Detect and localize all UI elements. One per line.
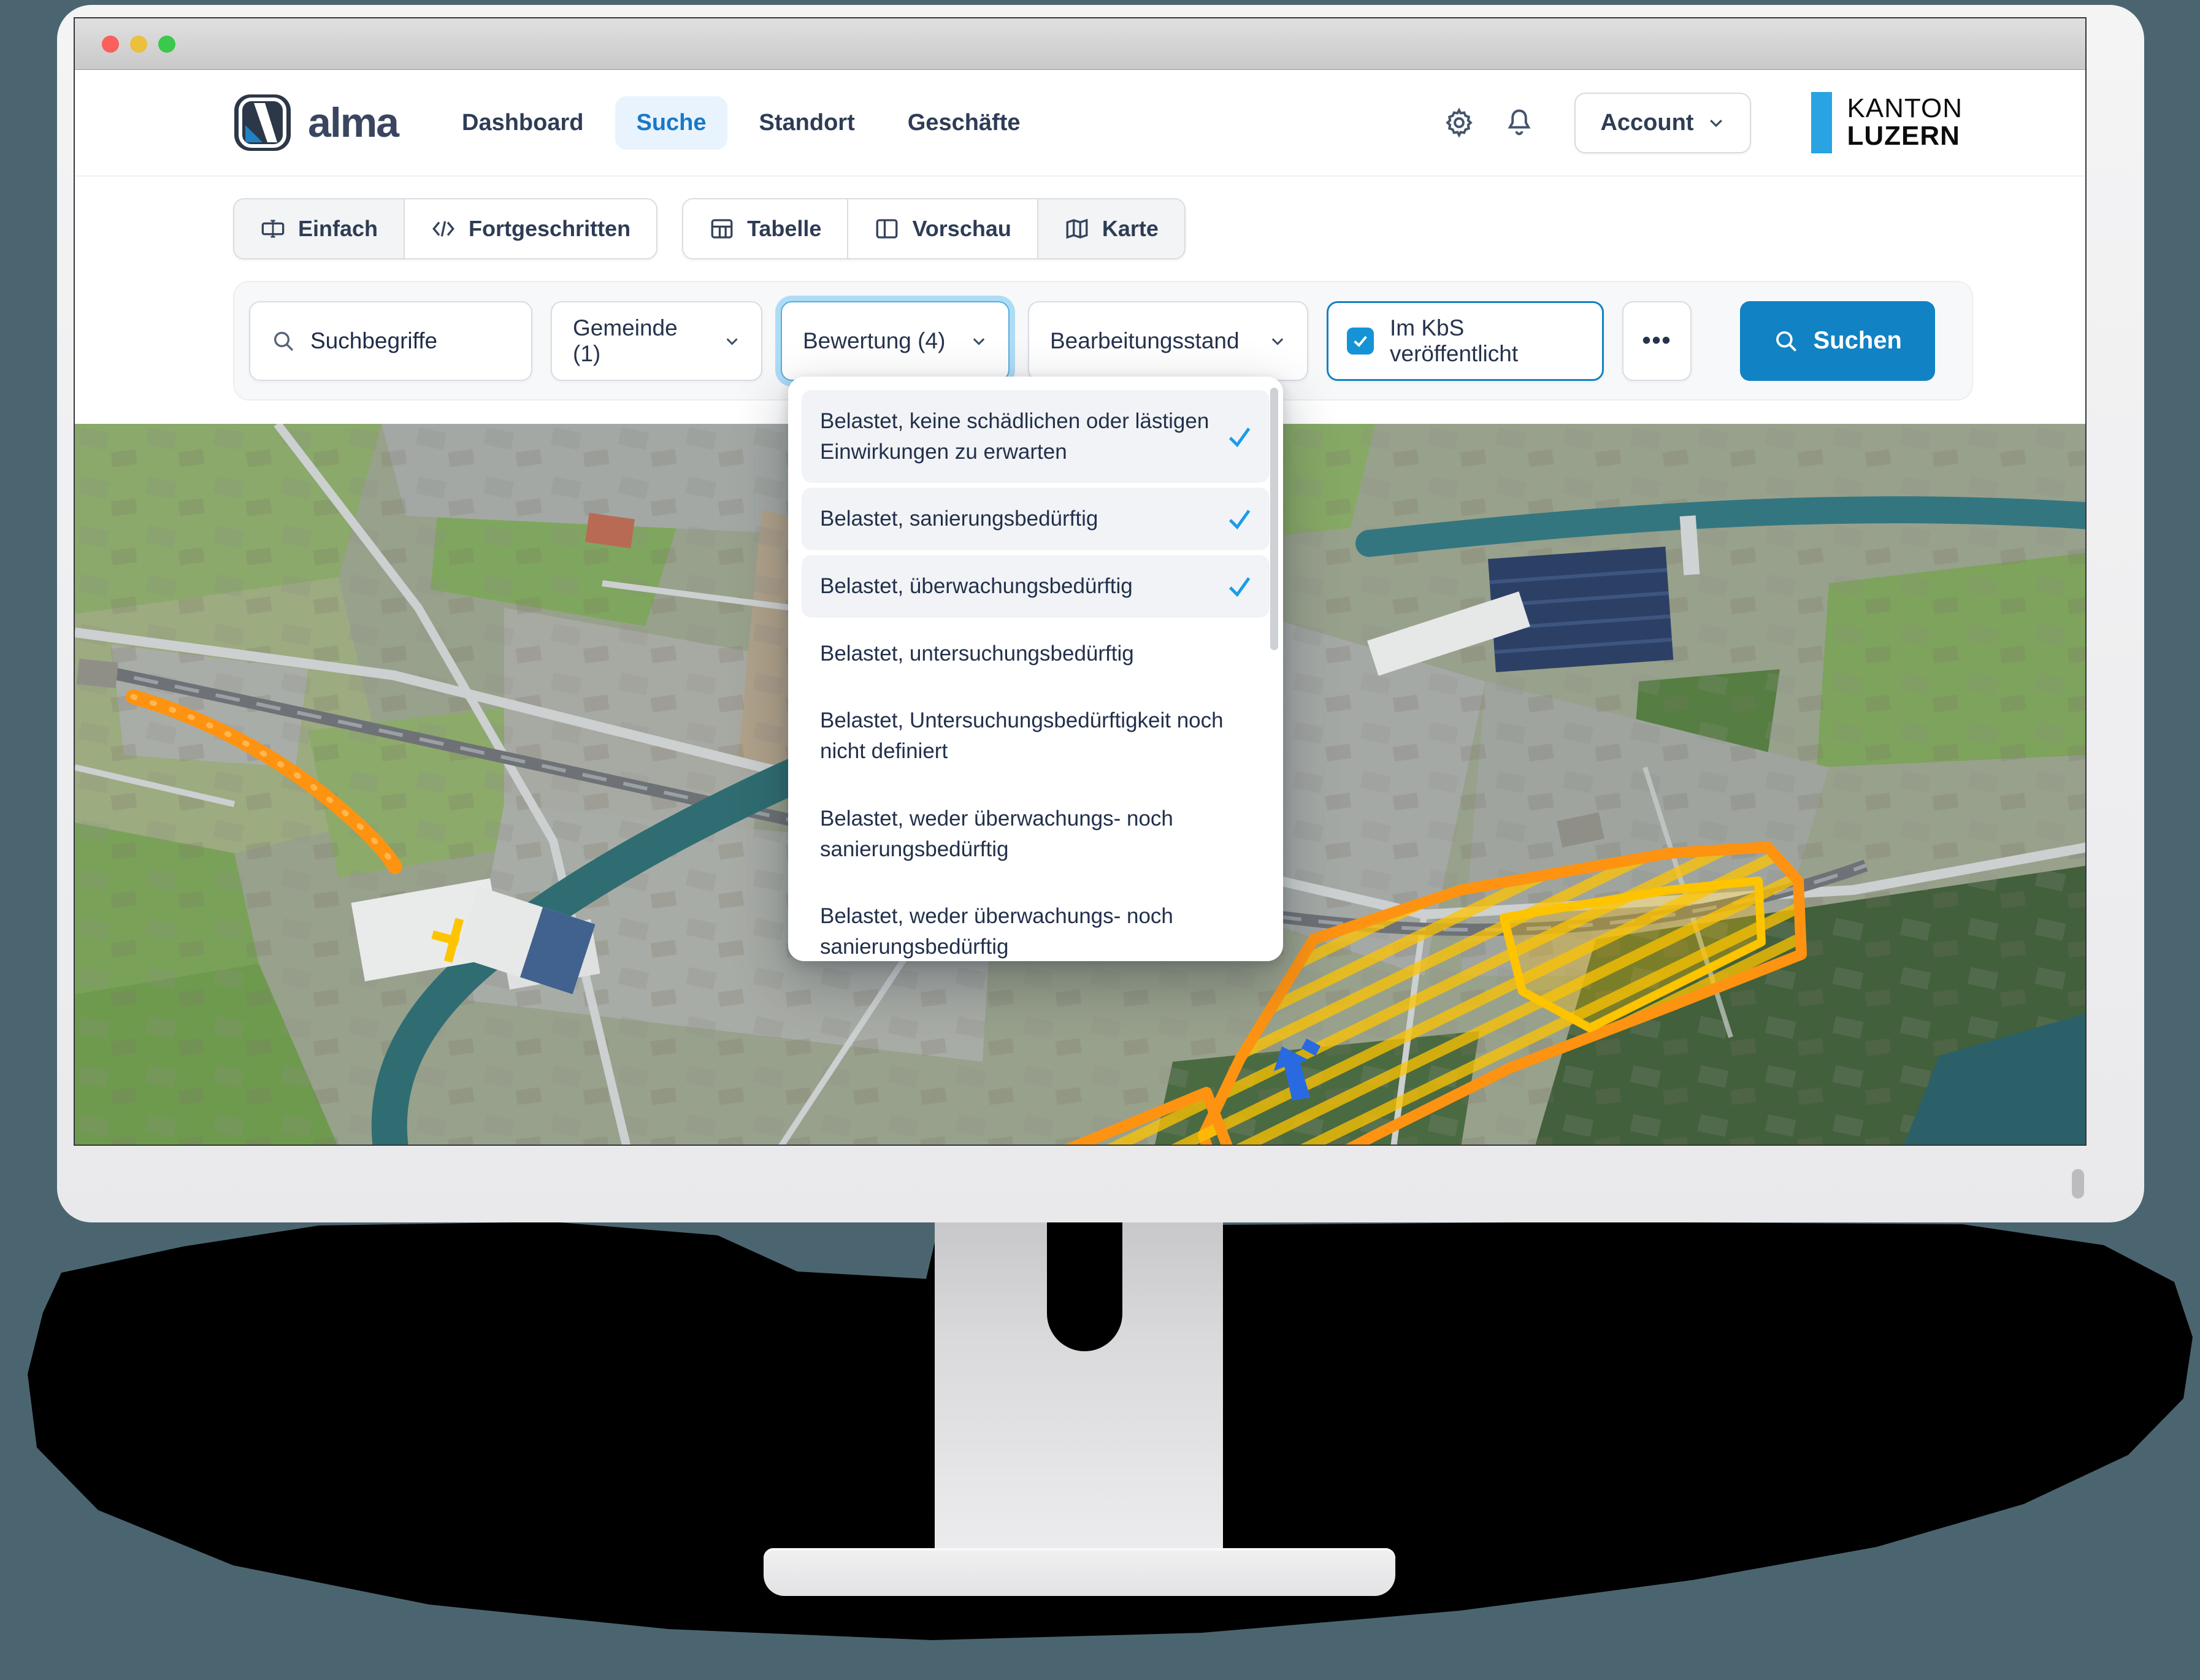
toggle-label: Vorschau (912, 216, 1011, 242)
search-icon (271, 329, 296, 353)
kbs-checkbox-button[interactable]: Im KbS veröffentlicht (1327, 301, 1604, 381)
app-header: alma Dashboard Suche Standort Geschäfte … (75, 70, 2085, 177)
bewertung-label: Bewertung (4) (803, 328, 945, 354)
ellipsis-icon: ••• (1642, 327, 1671, 355)
option-label: Belastet, untersuchungsbedürftig (820, 642, 1134, 665)
nav-standort[interactable]: Standort (738, 96, 876, 150)
search-placeholder: Suchbegriffe (310, 328, 437, 354)
option-label: Belastet, Untersuchungsbedürftigkeit noc… (820, 708, 1224, 763)
account-button[interactable]: Account (1574, 93, 1751, 153)
main-nav: Dashboard Suche Standort Geschäfte (441, 96, 1041, 150)
more-filters-button[interactable]: ••• (1622, 301, 1692, 381)
account-label: Account (1600, 110, 1693, 136)
nav-suche[interactable]: Suche (615, 96, 727, 150)
suchen-label: Suchen (1814, 327, 1902, 355)
kanton-logo-bar (1811, 92, 1832, 153)
bewertung-dropdown-trigger[interactable]: Bewertung (4) (781, 301, 1010, 381)
zoom-window-button[interactable] (158, 36, 175, 53)
toggle-fortgeschritten[interactable]: Fortgeschritten (405, 199, 656, 258)
chevron-down-icon (970, 332, 987, 350)
kanton-luzern-logo: KANTON LUZERN (1811, 92, 1963, 153)
minimize-window-button[interactable] (130, 36, 147, 53)
nav-geschaefte[interactable]: Geschäfte (887, 96, 1041, 150)
check-icon (1225, 572, 1254, 600)
search-icon (1773, 328, 1799, 354)
code-icon (431, 216, 456, 242)
toggle-karte[interactable]: Karte (1038, 199, 1184, 258)
bell-icon[interactable] (1503, 107, 1535, 139)
toggle-tabelle[interactable]: Tabelle (683, 199, 848, 258)
input-cursor-icon (260, 216, 286, 242)
gear-icon[interactable] (1443, 107, 1475, 139)
map-icon (1064, 216, 1090, 242)
option-label: Belastet, weder überwachungs- noch sanie… (820, 904, 1173, 959)
bewertung-option[interactable]: Belastet, sanierungsbedürftig (802, 488, 1270, 550)
toggle-label: Tabelle (747, 216, 821, 242)
option-label: Belastet, sanierungsbedürftig (820, 507, 1098, 531)
bearbeitungsstand-dropdown[interactable]: Bearbeitungsstand (1028, 301, 1308, 381)
check-icon (1225, 505, 1254, 533)
header-right: Account KANTON LUZERN (1443, 92, 1963, 153)
chevron-down-icon (1707, 113, 1725, 132)
kanton-line2: LUZERN (1847, 123, 1963, 150)
toggle-einfach[interactable]: Einfach (234, 199, 405, 258)
chevron-down-icon (724, 332, 740, 350)
suchen-button[interactable]: Suchen (1740, 301, 1935, 381)
bewertung-option[interactable]: Belastet, untersuchungsbedürftig (802, 623, 1270, 685)
bearbeitungsstand-label: Bearbeitungsstand (1050, 328, 1240, 354)
close-window-button[interactable] (102, 36, 119, 53)
bewertung-option[interactable]: Belastet, Untersuchungsbedürftigkeit noc… (802, 689, 1270, 782)
nav-dashboard[interactable]: Dashboard (441, 96, 604, 150)
page: alma Dashboard Suche Standort Geschäfte … (0, 0, 2200, 1680)
toggle-label: Karte (1102, 216, 1159, 242)
bewertung-option[interactable]: Belastet, weder überwachungs- noch sanie… (802, 885, 1270, 961)
option-label: Belastet, weder überwachungs- noch sanie… (820, 807, 1173, 861)
check-icon (1225, 423, 1254, 451)
mode-toggle-group: Einfach Fortgeschritten (233, 198, 657, 259)
chevron-down-icon (1269, 332, 1286, 350)
bewertung-option[interactable]: Belastet, überwachungsbedürftig (802, 555, 1270, 618)
toggle-label: Einfach (298, 216, 378, 242)
split-view-icon (874, 216, 900, 242)
stand-cable-hole (1047, 1218, 1122, 1351)
alma-wordmark[interactable]: alma (308, 99, 398, 147)
kanton-line1: KANTON (1847, 95, 1963, 123)
browser-window: alma Dashboard Suche Standort Geschäfte … (74, 17, 2087, 1146)
checkbox-checked-icon[interactable] (1347, 328, 1374, 355)
gemeinde-dropdown[interactable]: Gemeinde (1) (551, 301, 762, 381)
kbs-label: Im KbS veröffentlicht (1390, 315, 1584, 367)
option-label: Belastet, keine schädlichen oder lästige… (820, 409, 1209, 464)
monitor-power-button[interactable] (2072, 1169, 2084, 1199)
toggle-label: Fortgeschritten (469, 216, 630, 242)
dropdown-scrollbar[interactable] (1270, 388, 1278, 650)
alma-logo-icon[interactable] (233, 93, 292, 152)
bewertung-option[interactable]: Belastet, keine schädlichen oder lästige… (802, 390, 1270, 483)
monitor-stand (935, 1218, 1223, 1552)
toggle-vorschau[interactable]: Vorschau (848, 199, 1038, 258)
window-titlebar (75, 18, 2085, 70)
monitor-stand-base (764, 1548, 1395, 1596)
layout-toggle-group: Tabelle Vorschau Karte (682, 198, 1186, 259)
view-toolbar: Einfach Fortgeschritten Tabelle (75, 177, 2085, 281)
table-icon (709, 216, 735, 242)
bewertung-option[interactable]: Belastet, weder überwachungs- noch sanie… (802, 788, 1270, 880)
bewertung-dropdown-panel: Belastet, keine schädlichen oder lästige… (788, 377, 1283, 961)
option-label: Belastet, überwachungsbedürftig (820, 574, 1133, 598)
search-input[interactable]: Suchbegriffe (249, 301, 532, 381)
gemeinde-label: Gemeinde (1) (573, 315, 708, 367)
